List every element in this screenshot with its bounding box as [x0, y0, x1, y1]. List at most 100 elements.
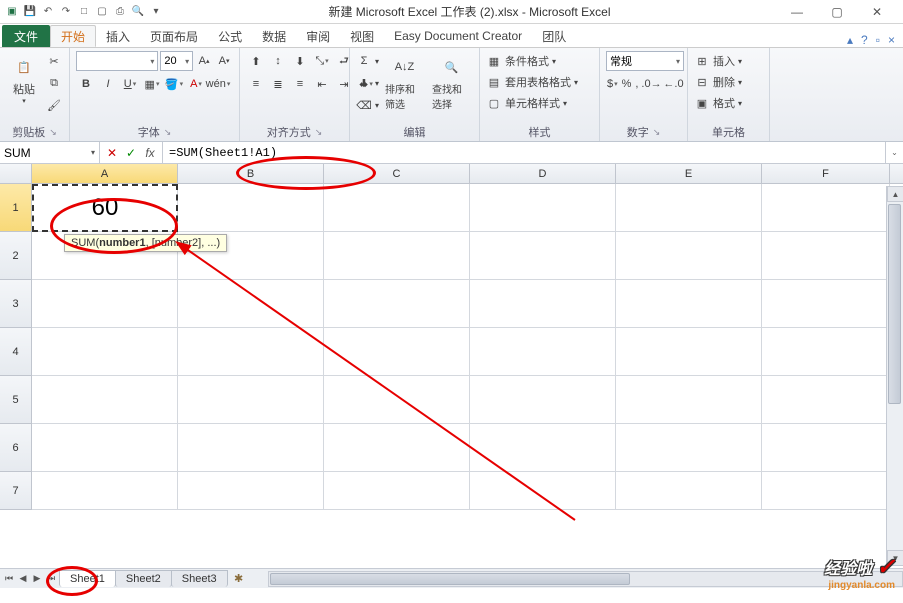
align-bottom-icon[interactable]: ⬇: [290, 51, 310, 71]
tab-review[interactable]: 审阅: [296, 25, 340, 47]
insert-function-icon[interactable]: fx: [141, 146, 159, 160]
underline-button[interactable]: U▾: [120, 74, 140, 94]
bold-button[interactable]: B: [76, 74, 96, 94]
clear-icon[interactable]: ⌫: [356, 97, 372, 113]
sheet-nav-first-icon[interactable]: ⏮: [2, 572, 16, 586]
copy-icon[interactable]: ⧉: [46, 75, 62, 91]
sort-filter-button[interactable]: A↓Z 排序和筛选: [383, 51, 426, 113]
cell-c7[interactable]: [324, 472, 470, 510]
sheet-tab-3[interactable]: Sheet3: [171, 570, 228, 587]
cell-d5[interactable]: [470, 376, 616, 424]
ribbon-close-icon[interactable]: ×: [888, 33, 895, 47]
row-header-7[interactable]: 7: [0, 472, 32, 510]
cell-f3[interactable]: [762, 280, 890, 328]
tab-edc[interactable]: Easy Document Creator: [384, 25, 532, 47]
align-top-icon[interactable]: ⬆: [246, 51, 266, 71]
clipboard-launcher-icon[interactable]: ↘: [49, 127, 57, 138]
qa-more-icon[interactable]: ▾: [148, 4, 164, 20]
open-icon[interactable]: ▢: [94, 4, 110, 20]
cell-f4[interactable]: [762, 328, 890, 376]
cell-c4[interactable]: [324, 328, 470, 376]
cell-f5[interactable]: [762, 376, 890, 424]
border-button[interactable]: ▦▾: [142, 74, 162, 94]
decrease-decimal-icon[interactable]: ←.0: [663, 74, 683, 94]
decrease-font-icon[interactable]: A▾: [215, 51, 233, 71]
cell-c5[interactable]: [324, 376, 470, 424]
cell-b3[interactable]: [178, 280, 324, 328]
cell-e2[interactable]: [616, 232, 762, 280]
cell-e7[interactable]: [616, 472, 762, 510]
cell-c6[interactable]: [324, 424, 470, 472]
cancel-formula-icon[interactable]: ✕: [103, 146, 121, 160]
align-left-icon[interactable]: ≡: [246, 74, 266, 94]
insert-cells-button[interactable]: ⊞插入▾: [694, 51, 742, 71]
fill-icon[interactable]: ⬇: [356, 75, 372, 91]
row-header-1[interactable]: 1: [0, 184, 32, 232]
cell-a6[interactable]: [32, 424, 178, 472]
cell-a4[interactable]: [32, 328, 178, 376]
vertical-scrollbar[interactable]: ▲ ▼: [886, 186, 903, 566]
cell-f6[interactable]: [762, 424, 890, 472]
number-format-select[interactable]: 常规▾: [606, 51, 684, 71]
worksheet-grid[interactable]: 1 2 3 4 5 6 7 60 SUM(number1, [number2],…: [0, 184, 903, 568]
cell-a5[interactable]: [32, 376, 178, 424]
minimize-button[interactable]: —: [783, 5, 811, 19]
sheet-tab-1[interactable]: Sheet1: [59, 570, 116, 587]
minimize-ribbon-icon[interactable]: ▴: [847, 33, 853, 47]
name-box[interactable]: SUM ▾: [0, 142, 100, 163]
redo-icon[interactable]: ↷: [58, 4, 74, 20]
cell-a7[interactable]: [32, 472, 178, 510]
font-launcher-icon[interactable]: ↘: [164, 127, 172, 138]
cell-d3[interactable]: [470, 280, 616, 328]
sheet-nav-prev-icon[interactable]: ◀: [16, 572, 30, 586]
cell-f7[interactable]: [762, 472, 890, 510]
cell-d6[interactable]: [470, 424, 616, 472]
align-middle-icon[interactable]: ↕: [268, 51, 288, 71]
undo-icon[interactable]: ↶: [40, 4, 56, 20]
cell-b4[interactable]: [178, 328, 324, 376]
row-header-4[interactable]: 4: [0, 328, 32, 376]
format-painter-icon[interactable]: 🖌: [46, 97, 62, 113]
print-icon[interactable]: ⎙: [112, 4, 128, 20]
sheet-nav-next-icon[interactable]: ▶: [30, 572, 44, 586]
align-right-icon[interactable]: ≡: [290, 74, 310, 94]
orientation-icon[interactable]: ⤡▾: [312, 51, 332, 71]
cell-styles-button[interactable]: ▢单元格样式▾: [486, 93, 578, 113]
sheet-tab-2[interactable]: Sheet2: [115, 570, 172, 587]
tab-view[interactable]: 视图: [340, 25, 384, 47]
format-table-button[interactable]: ▤套用表格格式▾: [486, 72, 578, 92]
cell-b1[interactable]: [178, 184, 324, 232]
save-icon[interactable]: 💾: [22, 4, 38, 20]
cell-e4[interactable]: [616, 328, 762, 376]
row-header-5[interactable]: 5: [0, 376, 32, 424]
decrease-indent-icon[interactable]: ⇤: [312, 74, 332, 94]
increase-font-icon[interactable]: A▴: [195, 51, 213, 71]
italic-button[interactable]: I: [98, 74, 118, 94]
tab-formulas[interactable]: 公式: [208, 25, 252, 47]
font-color-button[interactable]: A▾: [186, 74, 206, 94]
name-box-dropdown-icon[interactable]: ▾: [91, 148, 95, 157]
column-header-f[interactable]: F: [762, 164, 890, 183]
tab-data[interactable]: 数据: [252, 25, 296, 47]
column-header-c[interactable]: C: [324, 164, 470, 183]
scroll-up-icon[interactable]: ▲: [887, 186, 903, 202]
horizontal-scroll-thumb[interactable]: [270, 573, 630, 585]
sheet-nav-last-icon[interactable]: ⏭: [44, 572, 58, 586]
cell-c3[interactable]: [324, 280, 470, 328]
row-header-6[interactable]: 6: [0, 424, 32, 472]
column-header-d[interactable]: D: [470, 164, 616, 183]
cut-icon[interactable]: ✂: [46, 53, 62, 69]
cell-f1[interactable]: [762, 184, 890, 232]
cell-b5[interactable]: [178, 376, 324, 424]
cell-e5[interactable]: [616, 376, 762, 424]
new-sheet-icon[interactable]: ✱: [230, 572, 248, 585]
cell-c2[interactable]: [324, 232, 470, 280]
cell-c1[interactable]: [324, 184, 470, 232]
cell-d2[interactable]: [470, 232, 616, 280]
font-name-select[interactable]: ▾: [76, 51, 158, 71]
tab-page-layout[interactable]: 页面布局: [140, 25, 208, 47]
tab-insert[interactable]: 插入: [96, 25, 140, 47]
formula-input[interactable]: =SUM(Sheet1!A1): [162, 142, 885, 163]
horizontal-scrollbar[interactable]: [268, 571, 903, 587]
select-all-corner[interactable]: [0, 164, 32, 183]
